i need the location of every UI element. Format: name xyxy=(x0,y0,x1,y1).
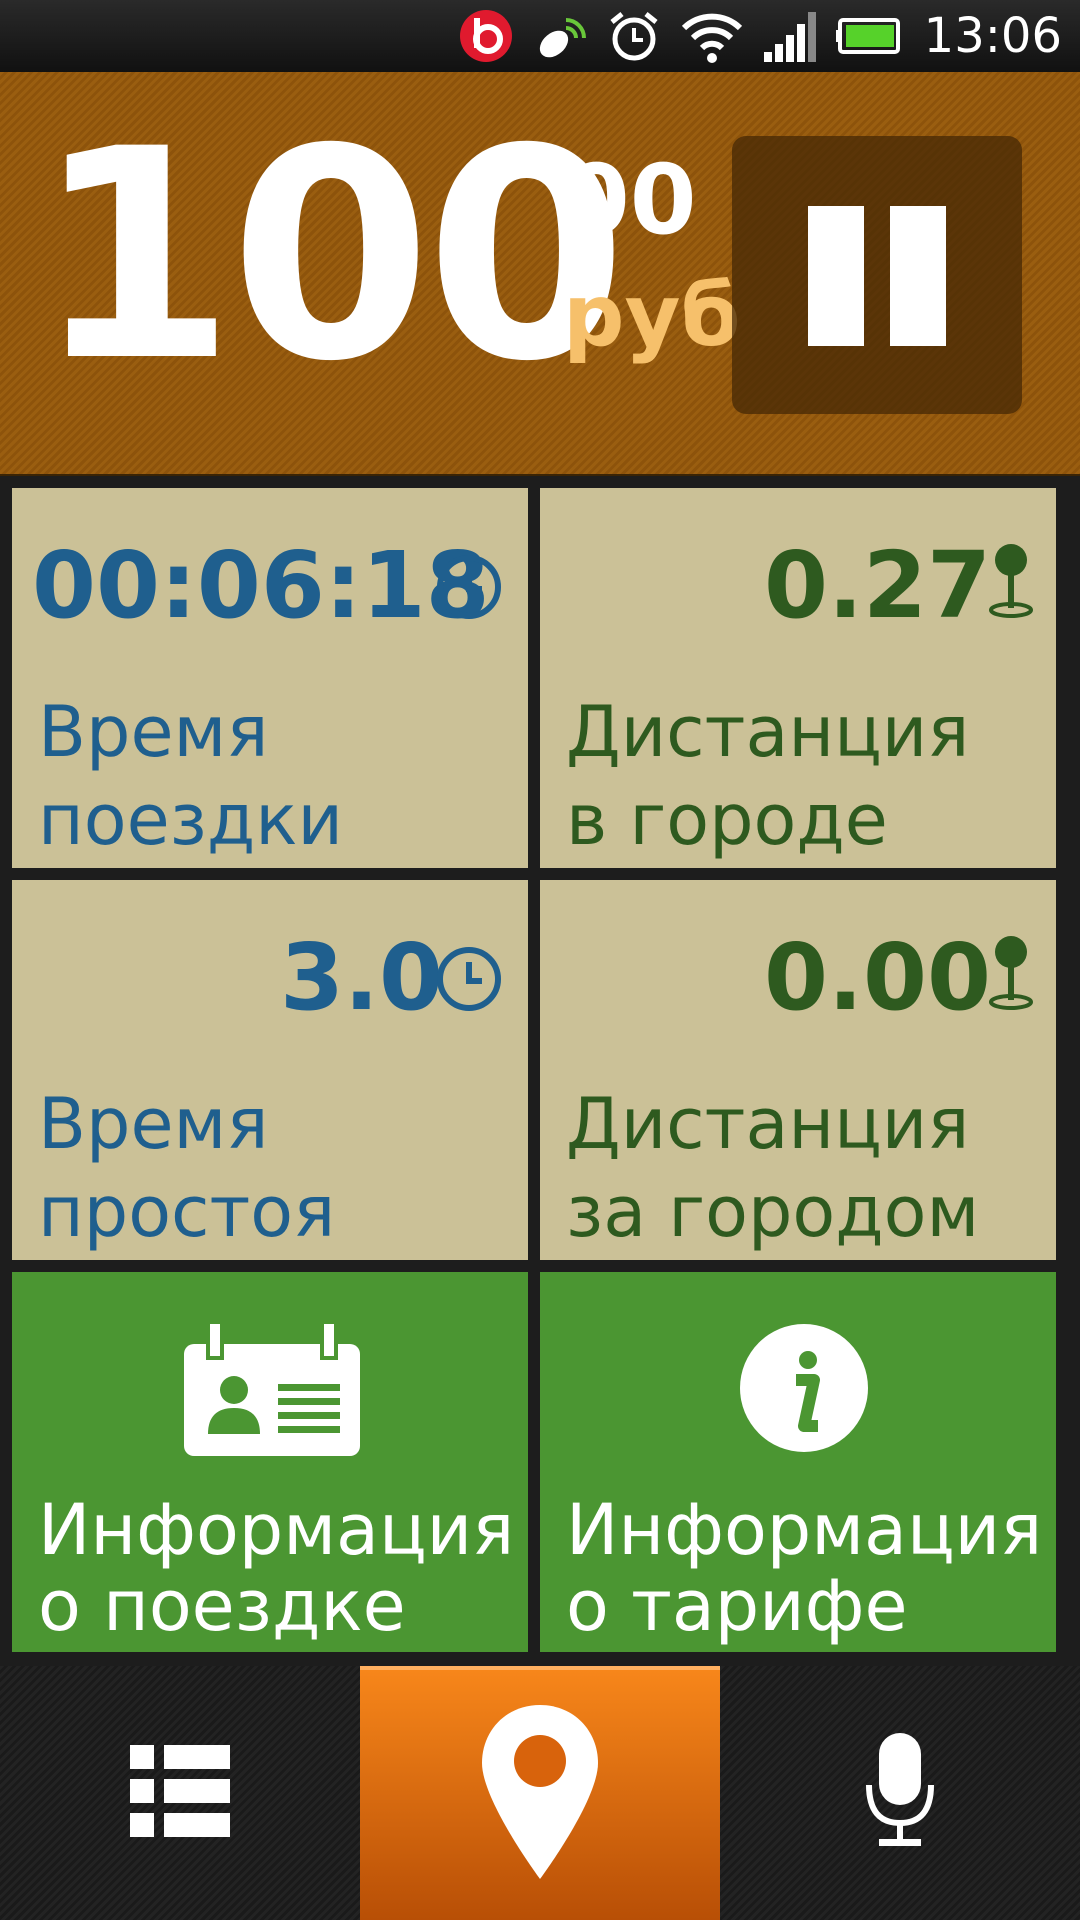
info-icon xyxy=(738,1322,870,1459)
gps-satellite-icon xyxy=(532,0,588,72)
tile-idle-time: 3.0 Время простоя xyxy=(12,880,528,1260)
trip-info-label: Информация о поездке xyxy=(38,1489,515,1647)
nav-voice-button[interactable] xyxy=(720,1666,1080,1920)
trip-time-value: 00:06:18 xyxy=(32,532,490,639)
city-distance-label: Дистанция в городе xyxy=(566,691,970,861)
map-pin-icon xyxy=(986,932,1036,1017)
pause-button[interactable] xyxy=(732,136,1022,414)
fare-kopecks: 00 xyxy=(563,144,697,256)
city-distance-value: 0.27 xyxy=(764,532,991,639)
outside-distance-value: 0.00 xyxy=(764,924,991,1031)
battery-icon xyxy=(835,0,904,72)
fare-amount: 100 xyxy=(34,88,627,425)
bottom-nav xyxy=(0,1666,1080,1920)
status-bar: 13:06 xyxy=(0,0,1080,72)
tile-outside-distance: 0.00 Дистанция за городом xyxy=(540,880,1056,1260)
tile-city-distance: 0.27 Дистанция в городе xyxy=(540,488,1056,868)
clock-icon xyxy=(436,554,502,625)
trip-time-label: Время поездки xyxy=(38,691,344,861)
list-icon xyxy=(130,1741,230,1846)
idle-time-label: Время простоя xyxy=(38,1083,336,1253)
beats-icon xyxy=(458,0,514,72)
fare-panel: 100 00 руб xyxy=(0,72,1080,476)
outside-distance-label: Дистанция за городом xyxy=(566,1083,980,1253)
tariff-info-button[interactable]: Информация о тарифе xyxy=(540,1272,1056,1652)
location-pin-icon xyxy=(480,1704,600,1886)
map-pin-icon xyxy=(986,540,1036,625)
clock-icon xyxy=(436,946,502,1017)
status-time: 13:06 xyxy=(923,8,1062,64)
nav-list-button[interactable] xyxy=(0,1666,360,1920)
trip-stats-grid: 00:06:18 Время поездки 0.27 Дистанция в … xyxy=(0,476,1080,1666)
idle-time-value: 3.0 xyxy=(280,924,443,1031)
tariff-info-label: Информация о тарифе xyxy=(566,1489,1043,1647)
id-card-icon xyxy=(184,1320,360,1461)
wifi-icon xyxy=(680,0,744,72)
alarm-clock-icon xyxy=(606,0,662,72)
tile-trip-time: 00:06:18 Время поездки xyxy=(12,488,528,868)
nav-map-button[interactable] xyxy=(360,1666,720,1920)
trip-info-button[interactable]: Информация о поездке xyxy=(12,1272,528,1652)
microphone-icon xyxy=(865,1732,935,1854)
fare-currency: руб xyxy=(563,266,741,366)
signal-icon xyxy=(762,0,818,72)
